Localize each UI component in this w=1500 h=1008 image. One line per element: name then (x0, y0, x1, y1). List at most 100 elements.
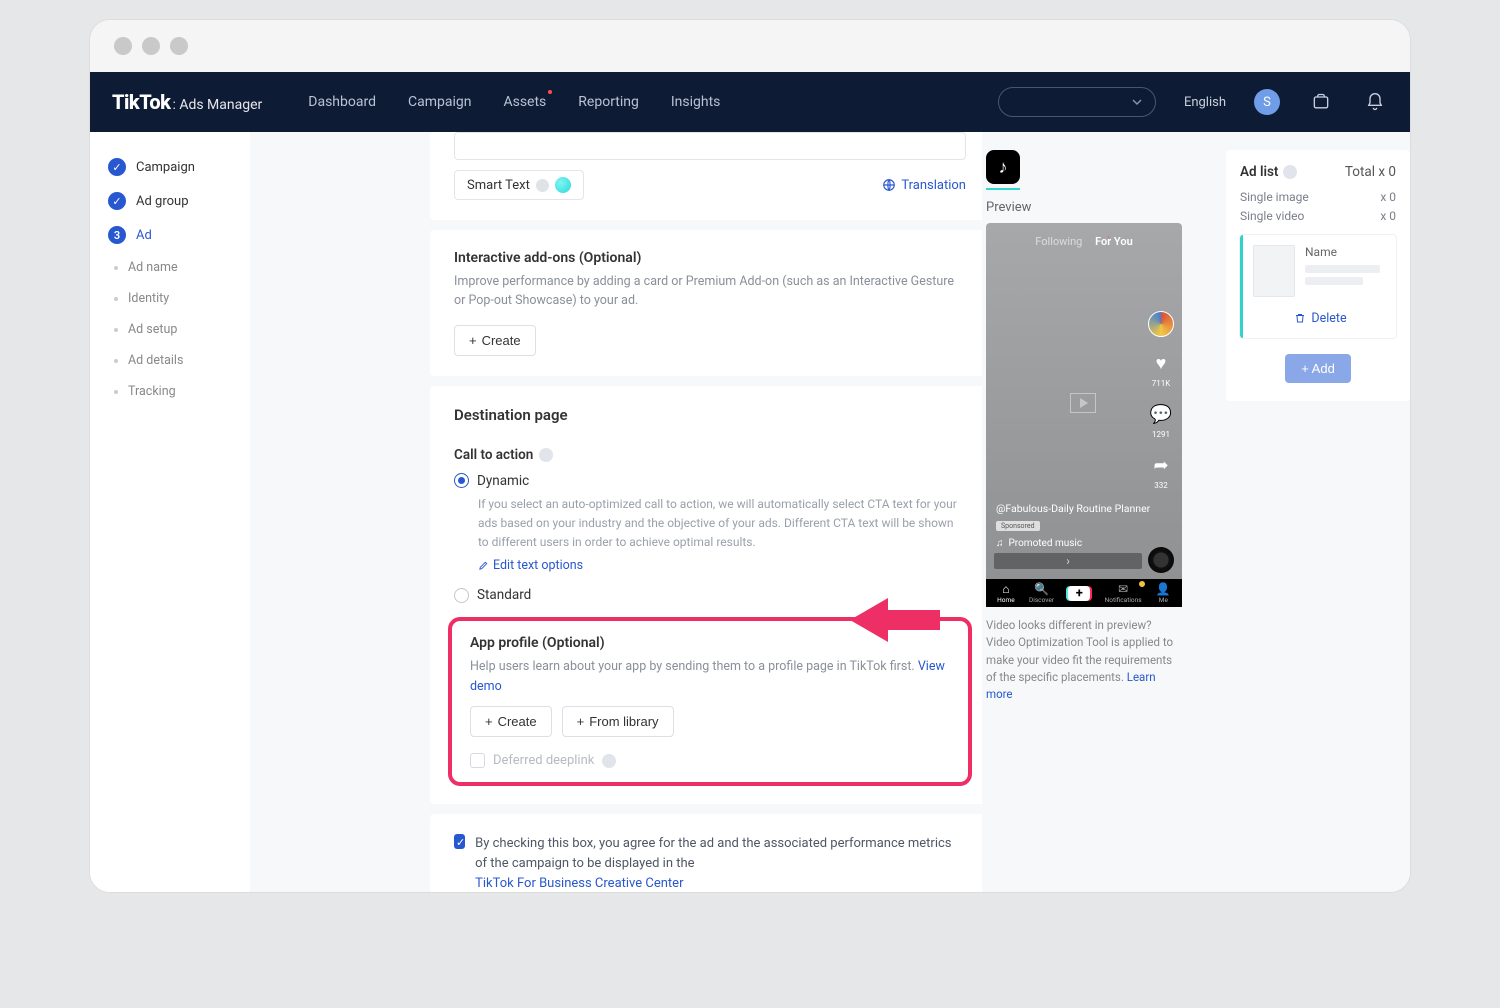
window-dot (114, 37, 132, 55)
skeleton-line (1305, 277, 1363, 285)
nav-insights[interactable]: Insights (671, 94, 721, 110)
cta-label: Call to action (454, 447, 553, 463)
account-select[interactable] (998, 87, 1156, 117)
adlist-row-image: Single imagex 0 (1240, 190, 1396, 204)
logo: TikTok: Ads Manager (112, 90, 262, 114)
bell-icon[interactable] (1362, 89, 1388, 115)
nav-reporting[interactable]: Reporting (578, 94, 639, 110)
phone-nav-me: 👤Me (1156, 583, 1171, 604)
globe-icon (882, 178, 896, 192)
music-note-icon: ♫ (996, 538, 1004, 549)
sidebar-sub-adsetup[interactable]: Ad setup (90, 314, 250, 345)
nav-dashboard[interactable]: Dashboard (308, 94, 376, 110)
like-count: 711K (1152, 379, 1171, 388)
check-icon (108, 158, 126, 176)
phone-nav-discover: 🔍Discover (1029, 583, 1054, 604)
comment-count: 1291 (1152, 430, 1170, 439)
adlist-total: Total x 0 (1345, 164, 1396, 180)
skeleton-line (1305, 265, 1380, 273)
phone-nav-inbox: ✉Notifications (1105, 583, 1142, 604)
adlist-thumbnail (1253, 245, 1295, 297)
edit-text-options-link[interactable]: Edit text options (478, 558, 583, 573)
sidebar-sub-addetails[interactable]: Ad details (90, 345, 250, 376)
comment-icon: 💬 (1149, 402, 1173, 426)
video-placeholder-icon (1070, 393, 1096, 413)
ad-text-input[interactable] (454, 132, 966, 160)
adlist-row-video: Single videox 0 (1240, 209, 1396, 223)
cta-dynamic-desc: If you select an auto-optimized call to … (478, 495, 966, 553)
phone-cta-bar (994, 553, 1142, 569)
search-icon: 🔍 (1034, 583, 1049, 595)
radio-unchecked-icon (454, 588, 469, 603)
nav-assets[interactable]: Assets (503, 94, 546, 110)
preview-note: Video looks different in preview? Video … (986, 617, 1182, 703)
addons-card: Interactive add-ons (Optional) Improve p… (430, 230, 982, 376)
top-nav: TikTok: Ads Manager Dashboard Campaign A… (90, 72, 1410, 132)
share-count: 332 (1154, 481, 1168, 490)
tiktok-logo-icon: ♪ (986, 150, 1020, 184)
phone-bottom-nav: ⌂Home 🔍Discover + ✉Notifications 👤Me (986, 579, 1182, 607)
phone-nav-home: ⌂Home (997, 583, 1015, 604)
help-icon (539, 448, 553, 462)
add-ad-button[interactable]: + Add (1285, 354, 1351, 383)
share-icon: ➦ (1149, 453, 1173, 477)
adlist-title: Ad list (1240, 164, 1297, 180)
window-dot (142, 37, 160, 55)
adlist-item[interactable]: Name Delete (1240, 235, 1396, 338)
browser-chrome (90, 20, 1410, 72)
music-disc-icon (1148, 547, 1174, 573)
ad-text-card: Smart Text Translation (430, 132, 982, 220)
translation-link[interactable]: Translation (882, 178, 966, 193)
agreement-card: By checking this box, you agree for the … (430, 814, 982, 892)
addons-desc: Improve performance by adding a card or … (454, 272, 966, 311)
sidebar-sub-adname[interactable]: Ad name (90, 252, 250, 283)
smart-text-chip[interactable]: Smart Text (454, 170, 584, 200)
phone-preview: • Following For You ♥ 711K 💬 1291 ➦ 332 (986, 223, 1182, 579)
help-icon (1283, 165, 1297, 179)
window-dot (170, 37, 188, 55)
user-avatar[interactable]: S (1254, 89, 1280, 115)
plus-icon: + (485, 714, 493, 729)
creator-avatar-icon (1148, 311, 1174, 337)
sidebar-sub-identity[interactable]: Identity (90, 283, 250, 314)
pencil-icon (478, 560, 489, 571)
heart-icon: ♥ (1149, 351, 1173, 375)
phone-username: @Fabulous-Daily Routine Planner (996, 502, 1150, 515)
help-icon (536, 179, 549, 192)
phone-feed-tabs: • Following For You (986, 235, 1182, 248)
sidebar-step-ad[interactable]: 3 Ad (90, 218, 250, 252)
trash-icon (1294, 312, 1306, 324)
delete-ad-button[interactable]: Delete (1294, 311, 1346, 326)
app-profile-library-button[interactable]: + From library (562, 706, 674, 737)
app-profile-create-button[interactable]: + Create (470, 706, 552, 737)
sidebar-sub-tracking[interactable]: Tracking (90, 376, 250, 407)
chevron-down-icon (1131, 96, 1143, 108)
inbox-icon[interactable] (1308, 89, 1334, 115)
tab-underline (986, 188, 1020, 190)
adlist-name-label: Name (1305, 245, 1388, 259)
cta-dynamic-radio[interactable]: Dynamic (454, 473, 966, 489)
radio-checked-icon (454, 473, 469, 488)
destination-title: Destination page (454, 406, 966, 424)
creative-center-link[interactable]: TikTok For Business Creative Center (475, 876, 683, 891)
music-row: ♫ Promoted music (996, 538, 1082, 549)
addons-title: Interactive add-ons (Optional) (454, 250, 966, 266)
phone-nav-add: + (1068, 586, 1090, 601)
plus-icon: + (577, 714, 585, 729)
language-label[interactable]: English (1184, 95, 1226, 110)
annotation-arrow-icon (850, 588, 940, 652)
sidebar-step-campaign[interactable]: Campaign (90, 150, 250, 184)
deferred-deeplink-checkbox[interactable]: Deferred deeplink (470, 753, 950, 768)
addons-create-button[interactable]: + Create (454, 325, 536, 356)
home-icon: ⌂ (1002, 583, 1009, 595)
sidebar: Campaign Ad group 3 Ad Ad name Identity … (90, 132, 250, 892)
agreement-checkbox[interactable] (454, 834, 465, 849)
checkbox-unchecked-icon (470, 753, 485, 768)
help-icon (602, 754, 616, 768)
nav-campaign[interactable]: Campaign (408, 94, 471, 110)
step-number: 3 (108, 226, 126, 244)
inbox-icon: ✉ (1118, 583, 1128, 595)
sidebar-step-adgroup[interactable]: Ad group (90, 184, 250, 218)
app-profile-desc: Help users learn about your app by sendi… (470, 657, 950, 696)
ai-icon (555, 177, 571, 193)
